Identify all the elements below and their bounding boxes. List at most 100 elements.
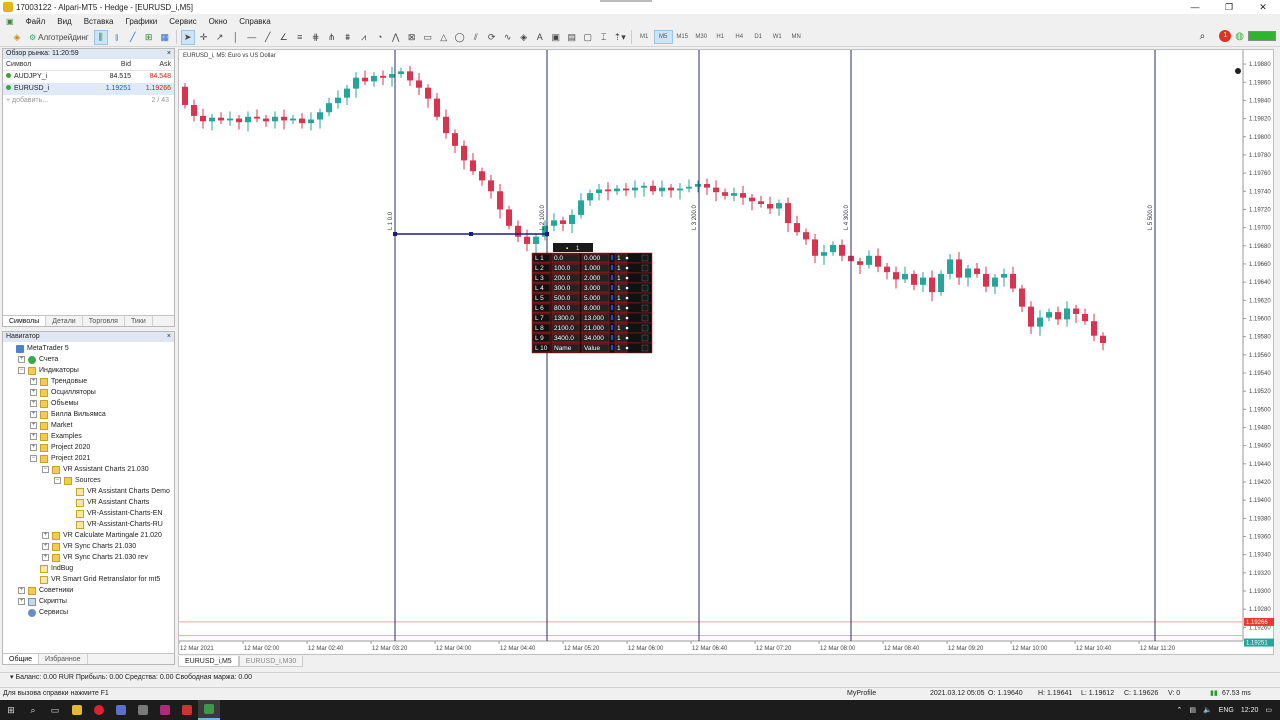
opera-icon[interactable] bbox=[88, 700, 110, 720]
nav-item[interactable]: VR Assistant Charts bbox=[3, 497, 174, 508]
regression-icon[interactable]: ⫽ bbox=[469, 30, 483, 45]
tab-favorites[interactable]: Избранное bbox=[39, 654, 88, 664]
expand-icon[interactable]: + bbox=[30, 378, 37, 385]
nav-item[interactable]: + Объемы bbox=[3, 398, 174, 409]
clock[interactable]: 12:20 bbox=[1241, 707, 1259, 714]
nav-item[interactable]: − Sources bbox=[3, 475, 174, 486]
new-order-icon[interactable]: ◈ bbox=[10, 30, 24, 45]
tf-m30[interactable]: M30 bbox=[692, 30, 711, 44]
profile-name[interactable]: MyProfile bbox=[847, 688, 876, 700]
arrow-tool-icon[interactable]: ↗ bbox=[213, 30, 227, 45]
tab-trading[interactable]: Торговля bbox=[83, 316, 125, 326]
menu-help[interactable]: Справка bbox=[233, 17, 276, 26]
nav-item[interactable]: − Project 2021 bbox=[3, 453, 174, 464]
app-icon[interactable] bbox=[176, 700, 198, 720]
tf-m1[interactable]: M1 bbox=[635, 30, 654, 44]
nav-item[interactable]: + Билла Вильямса bbox=[3, 409, 174, 420]
tf-d1[interactable]: D1 bbox=[749, 30, 768, 44]
nav-item[interactable]: VR-Assistant-Charts-RU bbox=[3, 519, 174, 530]
menu-insert[interactable]: Вставка bbox=[78, 17, 120, 26]
expand-icon[interactable]: + bbox=[30, 444, 37, 451]
bar-chart-icon[interactable]: ⫼ bbox=[93, 29, 108, 45]
menu-tools[interactable]: Сервис bbox=[163, 17, 202, 26]
text-icon[interactable]: A bbox=[533, 30, 547, 45]
language-indicator[interactable]: ENG bbox=[1219, 707, 1234, 714]
menu-file[interactable]: Файл bbox=[20, 17, 52, 26]
rectangle-icon[interactable]: ▭ bbox=[421, 30, 435, 45]
text-label-icon[interactable]: ▤ bbox=[565, 30, 579, 45]
expand-icon[interactable]: + bbox=[42, 532, 49, 539]
tf-m5[interactable]: M5 bbox=[653, 30, 673, 44]
close-icon[interactable]: × bbox=[167, 332, 171, 342]
chart-tab-m5[interactable]: EURUSD_i,M5 bbox=[178, 656, 239, 667]
app-icon[interactable] bbox=[110, 700, 132, 720]
label-icon[interactable]: ▣ bbox=[549, 30, 563, 45]
app-icon[interactable] bbox=[154, 700, 176, 720]
fibo-fan-icon[interactable]: ⩘ bbox=[357, 30, 371, 45]
nav-item[interactable]: + Советники bbox=[3, 585, 174, 596]
nav-item[interactable]: + Examples bbox=[3, 431, 174, 442]
line-chart-icon[interactable]: ╱ bbox=[126, 30, 140, 45]
expand-icon[interactable]: + bbox=[42, 543, 49, 550]
nav-item[interactable]: + VR Sync Charts 21.030 rev bbox=[3, 552, 174, 563]
nav-item[interactable]: + Трендовые bbox=[3, 376, 174, 387]
nav-item[interactable]: + Project 2020 bbox=[3, 442, 174, 453]
chart-tab-m30[interactable]: EURUSD_i,M30 bbox=[238, 656, 304, 667]
nav-item[interactable]: + VR Sync Charts 21.030 bbox=[3, 541, 174, 552]
crosshair-icon[interactable]: ✛ bbox=[197, 30, 211, 45]
nav-item[interactable]: + Счета bbox=[3, 354, 174, 365]
minimize-button[interactable]: — bbox=[1178, 0, 1212, 14]
algotrading-button[interactable]: ⚙ Алготрейдинг bbox=[26, 30, 92, 45]
vertical-line-icon[interactable]: │ bbox=[229, 30, 243, 45]
nav-item[interactable]: + Скрипты bbox=[3, 596, 174, 607]
nav-item[interactable]: + VR Calculate Martingale 21.020 bbox=[3, 530, 174, 541]
volume-icon[interactable]: 🔈 bbox=[1203, 706, 1212, 714]
tf-w1[interactable]: W1 bbox=[768, 30, 787, 44]
task-view-icon[interactable]: ▭ bbox=[44, 700, 66, 720]
tab-details[interactable]: Детали bbox=[46, 316, 83, 326]
expand-icon[interactable]: − bbox=[54, 477, 61, 484]
zoom-icon[interactable]: ⊞ bbox=[142, 30, 156, 45]
nav-item[interactable]: Сервисы bbox=[3, 607, 174, 618]
nav-item[interactable]: VR Assistant Charts Demo bbox=[3, 486, 174, 497]
explorer-icon[interactable] bbox=[66, 700, 88, 720]
templates-icon[interactable]: ▦ bbox=[158, 30, 172, 45]
cursor-icon[interactable]: ➤ bbox=[180, 29, 195, 45]
add-symbol-row[interactable]: + добавить... 2 / 43 bbox=[3, 95, 174, 107]
expand-icon[interactable]: + bbox=[30, 433, 37, 440]
menu-view[interactable]: Вид bbox=[51, 17, 77, 26]
gann-icon[interactable]: ⋕ bbox=[309, 30, 323, 45]
wave-icon[interactable]: ∿ bbox=[501, 30, 515, 45]
arrows-dropdown-icon[interactable]: ⇡▾ bbox=[613, 30, 627, 45]
nav-item[interactable]: MetaTrader 5 bbox=[3, 343, 174, 354]
expand-icon[interactable]: + bbox=[18, 598, 25, 605]
notification-badge[interactable]: 1 bbox=[1219, 30, 1232, 42]
candle-chart-icon[interactable]: ⫾ bbox=[110, 30, 124, 45]
grid-tool-icon[interactable]: ⊠ bbox=[405, 30, 419, 45]
price-chart[interactable]: 1.19880 1.19860 1.19840 1.19820 1.19800 1.197… bbox=[179, 50, 1275, 656]
edit-icon[interactable]: ⌶ bbox=[597, 30, 611, 45]
fibo-arc-icon[interactable]: ◔ bbox=[373, 30, 387, 45]
notifications-icon[interactable]: ▭ bbox=[1265, 706, 1272, 714]
close-icon[interactable]: × bbox=[167, 49, 171, 59]
ellipse-icon[interactable]: ◯ bbox=[453, 30, 467, 45]
expand-icon[interactable]: + bbox=[30, 389, 37, 396]
signal-icon[interactable]: ◍ bbox=[1235, 31, 1244, 42]
expand-icon[interactable]: + bbox=[18, 587, 25, 594]
fibo-icon[interactable]: ⩩ bbox=[341, 30, 355, 45]
tf-m15[interactable]: M15 bbox=[673, 30, 692, 44]
nav-item[interactable]: + Осцилляторы bbox=[3, 387, 174, 398]
cycle-lines-icon[interactable]: ⟳ bbox=[485, 30, 499, 45]
symbol-row[interactable]: AUDJPY_i 84.515 84.548 bbox=[3, 71, 174, 83]
maximize-button[interactable]: ❐ bbox=[1212, 0, 1246, 14]
close-button[interactable]: ✕ bbox=[1246, 0, 1280, 14]
nav-item[interactable]: VR-Assistant-Charts-EN bbox=[3, 508, 174, 519]
horizontal-line-icon[interactable]: ― bbox=[245, 30, 259, 45]
nav-item[interactable]: IndBug bbox=[3, 563, 174, 574]
tab-symbols[interactable]: Символы bbox=[3, 316, 47, 326]
start-icon[interactable]: ⊞ bbox=[0, 700, 22, 720]
menu-app-icon[interactable]: ▣ bbox=[0, 17, 20, 26]
app-icon[interactable] bbox=[132, 700, 154, 720]
tab-ticks[interactable]: Тики bbox=[125, 316, 153, 326]
nav-item[interactable]: − Индикаторы bbox=[3, 365, 174, 376]
